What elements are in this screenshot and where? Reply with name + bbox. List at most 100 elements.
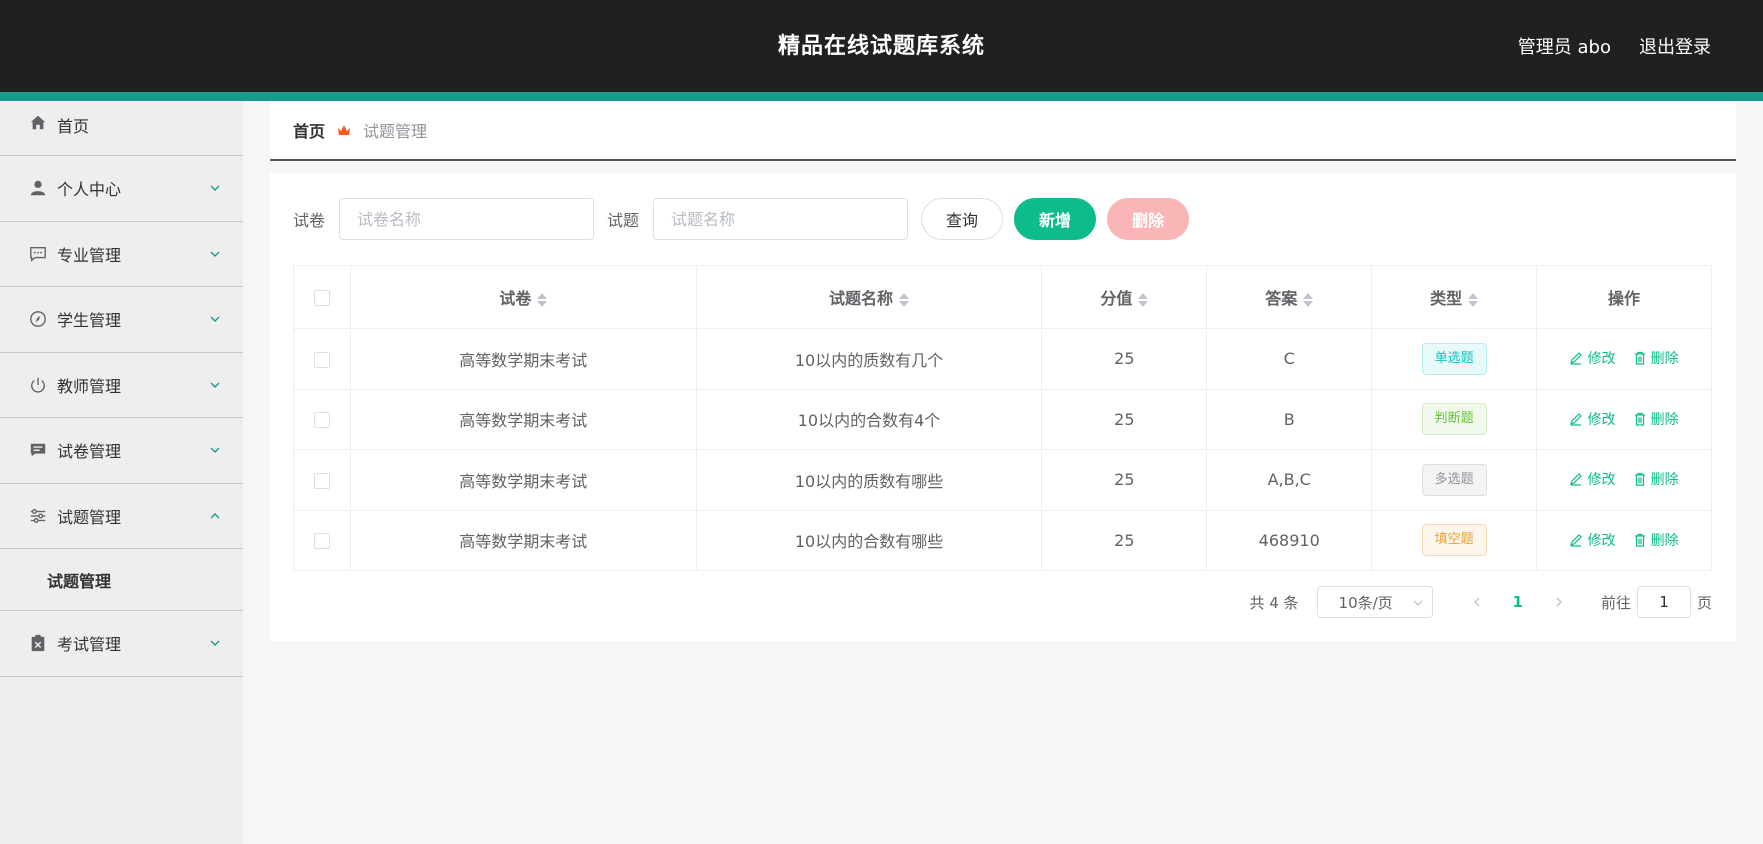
page-number-current[interactable]: 1 <box>1513 593 1523 611</box>
edit-label: 修改 <box>1587 351 1616 368</box>
delete-button[interactable]: 删除 <box>1633 409 1679 429</box>
cell-paper: 高等数学期末考试 <box>349 449 697 511</box>
question-name-input[interactable] <box>653 198 909 240</box>
column-header-actions: 操作 <box>1536 265 1712 329</box>
page-suffix-label: 页 <box>1696 593 1712 612</box>
row-select-cell <box>293 449 351 511</box>
breadcrumb-separator-icon <box>337 123 351 137</box>
sidebar-item-major[interactable]: 专业管理 <box>0 222 243 287</box>
column-header-label: 试题名称 <box>829 289 894 308</box>
edit-label: 修改 <box>1587 472 1616 489</box>
cell-question: 10以内的质数有几个 <box>695 328 1043 390</box>
column-header-question[interactable]: 试题名称 <box>695 265 1043 329</box>
row-select-cell <box>293 328 351 390</box>
header-accent-bar <box>0 92 1763 101</box>
sort-icon[interactable] <box>899 292 910 308</box>
current-user-label[interactable]: 管理员 abo <box>1518 33 1611 59</box>
sort-icon[interactable] <box>537 292 548 308</box>
main-content-card: 试卷 试题 查询 新增 删除 试卷 试题名称 分值 答案 类型 操作 高等数学期 <box>270 173 1736 641</box>
chevron-down-icon <box>210 640 220 647</box>
sidebar-item-teacher[interactable]: 教师管理 <box>0 353 243 418</box>
add-button[interactable]: 新增 <box>1014 198 1097 240</box>
delete-label: 删除 <box>1650 411 1679 428</box>
row-checkbox[interactable] <box>313 351 330 368</box>
batch-delete-button[interactable]: 删除 <box>1107 198 1190 240</box>
top-header: 精品在线试题库系统 管理员 abo 退出登录 <box>0 0 1763 92</box>
search-bar: 试卷 试题 查询 新增 删除 <box>293 198 1200 240</box>
sidebar-item-label: 学生管理 <box>57 311 122 331</box>
row-select-cell <box>293 388 351 450</box>
delete-label: 删除 <box>1650 472 1679 489</box>
sidebar-item-label: 试题管理 <box>57 507 122 527</box>
next-page-button[interactable] <box>1547 590 1571 614</box>
page-size-select[interactable]: 10条/页 <box>1316 586 1433 618</box>
cell-paper: 高等数学期末考试 <box>349 328 697 390</box>
edit-icon <box>1570 533 1583 547</box>
cell-question: 10以内的合数有哪些 <box>695 509 1043 571</box>
sidebar-item-exam[interactable]: 考试管理 <box>0 611 243 677</box>
cell-score: 25 <box>1041 509 1208 571</box>
cell-answer: B <box>1206 388 1373 450</box>
delete-button[interactable]: 删除 <box>1633 530 1679 550</box>
edit-button[interactable]: 修改 <box>1569 469 1615 489</box>
sidebar-item-home[interactable]: 首页 <box>0 101 243 156</box>
row-checkbox[interactable] <box>313 472 330 489</box>
sidebar-item-question[interactable]: 试题管理 <box>0 484 243 549</box>
trash-icon <box>1634 412 1645 426</box>
edit-label: 修改 <box>1587 411 1616 428</box>
cell-paper: 高等数学期末考试 <box>349 509 697 571</box>
cell-question: 10以内的合数有4个 <box>695 388 1043 450</box>
goto-page-input[interactable] <box>1636 586 1691 618</box>
trash-icon <box>1634 352 1645 365</box>
row-checkbox[interactable] <box>313 412 330 429</box>
cell-actions: 修改 删除 <box>1536 509 1712 571</box>
select-all-checkbox[interactable] <box>313 290 330 306</box>
column-header-label: 答案 <box>1265 289 1298 308</box>
type-tag: 单选题 <box>1421 342 1487 375</box>
edit-button[interactable]: 修改 <box>1569 530 1615 550</box>
delete-label: 删除 <box>1650 351 1679 368</box>
sort-icon[interactable] <box>1468 292 1479 308</box>
logout-button[interactable]: 退出登录 <box>1639 33 1711 59</box>
edit-button[interactable]: 修改 <box>1569 409 1615 429</box>
column-header-paper[interactable]: 试卷 <box>349 265 697 329</box>
sidebar-item-paper[interactable]: 试卷管理 <box>0 418 243 484</box>
cell-type: 判断题 <box>1371 388 1538 450</box>
table-row: 高等数学期末考试 10以内的质数有哪些 25 A,B,C 多选题 修改 删除 <box>293 449 1712 511</box>
breadcrumb-home[interactable]: 首页 <box>293 118 325 142</box>
sidebar-item-label: 专业管理 <box>57 245 122 265</box>
sidebar-item-student[interactable]: 学生管理 <box>0 287 243 353</box>
column-header-label: 类型 <box>1430 289 1463 308</box>
pagination: 共 4 条 10条/页 1 前往 页 <box>1249 586 1712 618</box>
trash-icon <box>1634 533 1645 547</box>
chevron-left-icon <box>1473 597 1480 607</box>
column-header-type[interactable]: 类型 <box>1371 265 1538 329</box>
sliders-icon <box>28 506 48 526</box>
cell-actions: 修改 删除 <box>1536 328 1712 390</box>
cell-answer: C <box>1206 328 1373 390</box>
chat-icon <box>28 244 48 264</box>
chevron-down-icon <box>210 251 220 257</box>
row-checkbox[interactable] <box>313 533 330 550</box>
sidebar-subitem-question-management[interactable]: 试题管理 <box>0 549 243 611</box>
cell-score: 25 <box>1041 388 1208 450</box>
prev-page-button[interactable] <box>1465 590 1489 614</box>
column-header-score[interactable]: 分值 <box>1041 265 1208 329</box>
cell-paper: 高等数学期末考试 <box>349 388 697 450</box>
delete-button[interactable]: 删除 <box>1633 348 1679 368</box>
edit-button[interactable]: 修改 <box>1569 348 1615 368</box>
message-icon <box>28 440 48 460</box>
paper-name-input[interactable] <box>339 198 595 240</box>
type-tag: 填空题 <box>1421 524 1487 557</box>
sort-icon[interactable] <box>1303 292 1314 308</box>
chevron-down-icon <box>210 316 220 323</box>
sort-icon[interactable] <box>1138 292 1149 308</box>
chevron-right-icon <box>1556 597 1562 607</box>
delete-label: 删除 <box>1650 532 1679 549</box>
column-header-answer[interactable]: 答案 <box>1206 265 1373 329</box>
sidebar-item-personal-center[interactable]: 个人中心 <box>0 156 243 222</box>
power-icon <box>28 375 48 395</box>
delete-button[interactable]: 删除 <box>1633 469 1679 489</box>
column-header-label: 试卷 <box>499 289 532 308</box>
query-button[interactable]: 查询 <box>921 198 1004 240</box>
